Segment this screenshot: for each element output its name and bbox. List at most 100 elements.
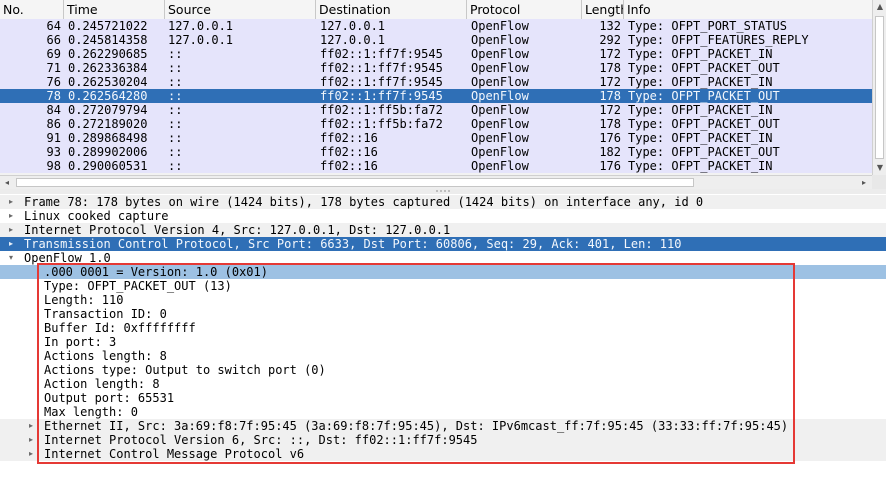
packet-no: 66: [46, 33, 61, 47]
packet-row[interactable]: 76 0.262530204:: ff02::1:ff7f:9545 OpenFlow…: [0, 75, 872, 89]
packet-destination: ff02::16: [320, 159, 378, 173]
detail-tree-item[interactable]: Length: 110: [0, 293, 886, 307]
collapsed-arrow-icon[interactable]: ▸: [26, 433, 36, 447]
packet-list-horizontal-scrollbar[interactable]: ◂ ▸: [0, 175, 872, 189]
detail-tree-label: .000 0001 = Version: 1.0 (0x01): [44, 265, 268, 279]
collapsed-arrow-icon[interactable]: ▸: [6, 237, 16, 251]
packet-destination: ff02::1:ff7f:9545: [320, 61, 443, 75]
packet-source: 127.0.0.1: [168, 33, 234, 47]
packet-length: 178: [599, 61, 621, 75]
packet-row[interactable]: 66 0.245814358 127.0.0.1 127.0.0.1 OpenFlow 2…: [0, 33, 872, 47]
packet-no: 84: [46, 103, 61, 117]
detail-tree-item[interactable]: ▸ Frame 78: 178 bytes on wire (1424 bits)…: [0, 195, 886, 209]
packet-time: 0.262336384: [68, 61, 148, 75]
scroll-down-icon[interactable]: ▼: [873, 161, 886, 175]
collapsed-arrow-icon[interactable]: ▸: [26, 419, 36, 433]
packet-row[interactable]: 93 0.289902006:: ff02::16 OpenFlow 182 Type: …: [0, 145, 872, 159]
packet-list-vertical-scrollbar[interactable]: ▲ ▼: [872, 0, 886, 175]
packet-no: 78: [46, 89, 61, 103]
column-header-destination[interactable]: Destination: [316, 0, 467, 19]
packet-length: 178: [599, 89, 621, 103]
detail-tree-item[interactable]: ▸ Ethernet II, Src: 3a:69:f8:7f:95:45 (3a…: [0, 419, 886, 433]
detail-tree-label: Transmission Control Protocol, Src Port:…: [24, 237, 682, 251]
packet-list-pane[interactable]: No. Time Source Destination Protocol Len…: [0, 0, 886, 189]
detail-tree-item[interactable]: ▸ Internet Control Message Protocol v6: [0, 447, 886, 461]
packet-destination: ff02::1:ff5b:fa72: [320, 117, 443, 131]
packet-protocol: OpenFlow: [471, 145, 529, 159]
packet-source: ::: [168, 131, 183, 145]
packet-length: 292: [599, 33, 621, 47]
detail-tree-label: Ethernet II, Src: 3a:69:f8:7f:95:45 (3a:…: [44, 419, 789, 433]
detail-tree-item[interactable]: ▸ Internet Protocol Version 4, Src: 127.0…: [0, 223, 886, 237]
column-header-source[interactable]: Source: [165, 0, 316, 19]
packet-row[interactable]: 64 0.245721022 127.0.0.1 127.0.0.1 OpenFlow 1…: [0, 19, 872, 33]
packet-no: 91: [46, 131, 61, 145]
detail-tree-item[interactable]: ▾ OpenFlow 1.0: [0, 251, 886, 265]
detail-tree-item[interactable]: Actions type: Output to switch port (0): [0, 363, 886, 377]
packet-time: 0.272079794: [68, 103, 148, 117]
column-header-info[interactable]: Info: [624, 0, 872, 19]
column-header-length[interactable]: Length: [582, 0, 624, 19]
packet-row[interactable]: 69 0.262290685:: ff02::1:ff7f:9545 OpenFlow…: [0, 47, 872, 61]
packet-destination: ff02::16: [320, 131, 378, 145]
detail-tree-label: Action length: 8: [44, 377, 160, 391]
packet-time: 0.289868498: [68, 131, 148, 145]
packet-length: 176: [599, 131, 621, 145]
packet-no: 98: [46, 159, 61, 173]
detail-tree-item[interactable]: .000 0001 = Version: 1.0 (0x01): [0, 265, 886, 279]
expanded-arrow-icon[interactable]: ▾: [6, 251, 16, 265]
column-header-time[interactable]: Time: [64, 0, 165, 19]
packet-source: ::: [168, 75, 183, 89]
collapsed-arrow-icon[interactable]: ▸: [26, 447, 36, 461]
collapsed-arrow-icon[interactable]: ▸: [6, 209, 16, 223]
scrollbar-corner: [872, 175, 886, 189]
collapsed-arrow-icon[interactable]: ▸: [6, 223, 16, 237]
packet-row[interactable]: 98 0.290060531:: ff02::16 OpenFlow 176 Type: …: [0, 159, 872, 173]
packet-row-selected[interactable]: 78 0.262564280:: ff02::1:ff7f:9545 OpenFlow…: [0, 89, 872, 103]
detail-tree-item[interactable]: Transaction ID: 0: [0, 307, 886, 321]
packet-source: ::: [168, 103, 183, 117]
detail-tree-item[interactable]: Actions length: 8: [0, 349, 886, 363]
packet-no: 71: [46, 61, 61, 75]
splitter-grip: [436, 190, 438, 192]
column-header-protocol[interactable]: Protocol: [467, 0, 582, 19]
packet-destination: ff02::1:ff7f:9545: [320, 89, 443, 103]
scroll-up-icon[interactable]: ▲: [873, 0, 886, 14]
detail-tree-item[interactable]: Action length: 8: [0, 377, 886, 391]
packet-time: 0.290060531: [68, 159, 148, 173]
packet-no: 69: [46, 47, 61, 61]
collapsed-arrow-icon[interactable]: ▸: [6, 195, 16, 209]
detail-tree-item[interactable]: Buffer Id: 0xffffffff: [0, 321, 886, 335]
packet-protocol: OpenFlow: [471, 159, 529, 173]
packet-source: ::: [168, 145, 183, 159]
packet-protocol: OpenFlow: [471, 33, 529, 47]
scroll-left-icon[interactable]: ◂: [0, 176, 14, 189]
horizontal-scroll-thumb[interactable]: [16, 178, 694, 187]
packet-row[interactable]: 71 0.262336384:: ff02::1:ff7f:9545 OpenFlow…: [0, 61, 872, 75]
scroll-right-icon[interactable]: ▸: [857, 176, 871, 189]
packet-no: 93: [46, 145, 61, 159]
detail-tree-label: Linux cooked capture: [24, 209, 169, 223]
packet-protocol: OpenFlow: [471, 131, 529, 145]
detail-tree-item[interactable]: Type: OFPT_PACKET_OUT (13): [0, 279, 886, 293]
packet-row[interactable]: 91 0.289868498:: ff02::16 OpenFlow 176 Type: …: [0, 131, 872, 145]
packet-details-pane[interactable]: ▸ Frame 78: 178 bytes on wire (1424 bits)…: [0, 194, 886, 482]
detail-tree-item[interactable]: ▸ Transmission Control Protocol, Src Port…: [0, 237, 886, 251]
packet-length: 172: [599, 75, 621, 89]
packet-source: ::: [168, 61, 183, 75]
packet-length: 172: [599, 47, 621, 61]
vertical-scroll-thumb[interactable]: [875, 16, 884, 159]
packet-row[interactable]: 84 0.272079794:: ff02::1:ff5b:fa72 OpenFlow…: [0, 103, 872, 117]
packet-row[interactable]: 86 0.272189020:: ff02::1:ff5b:fa72 OpenFlow…: [0, 117, 872, 131]
detail-tree-item[interactable]: Max length: 0: [0, 405, 886, 419]
packet-length: 178: [599, 117, 621, 131]
column-header-no[interactable]: No.: [0, 0, 64, 19]
detail-tree-item[interactable]: In port: 3: [0, 335, 886, 349]
packet-protocol: OpenFlow: [471, 103, 529, 117]
packet-protocol: OpenFlow: [471, 75, 529, 89]
detail-tree-item[interactable]: ▸ Internet Protocol Version 6, Src: ::, D…: [0, 433, 886, 447]
packet-length: 172: [599, 103, 621, 117]
detail-tree-item[interactable]: Output port: 65531: [0, 391, 886, 405]
detail-tree-item[interactable]: ▸ Linux cooked capture: [0, 209, 886, 223]
packet-no: 76: [46, 75, 61, 89]
